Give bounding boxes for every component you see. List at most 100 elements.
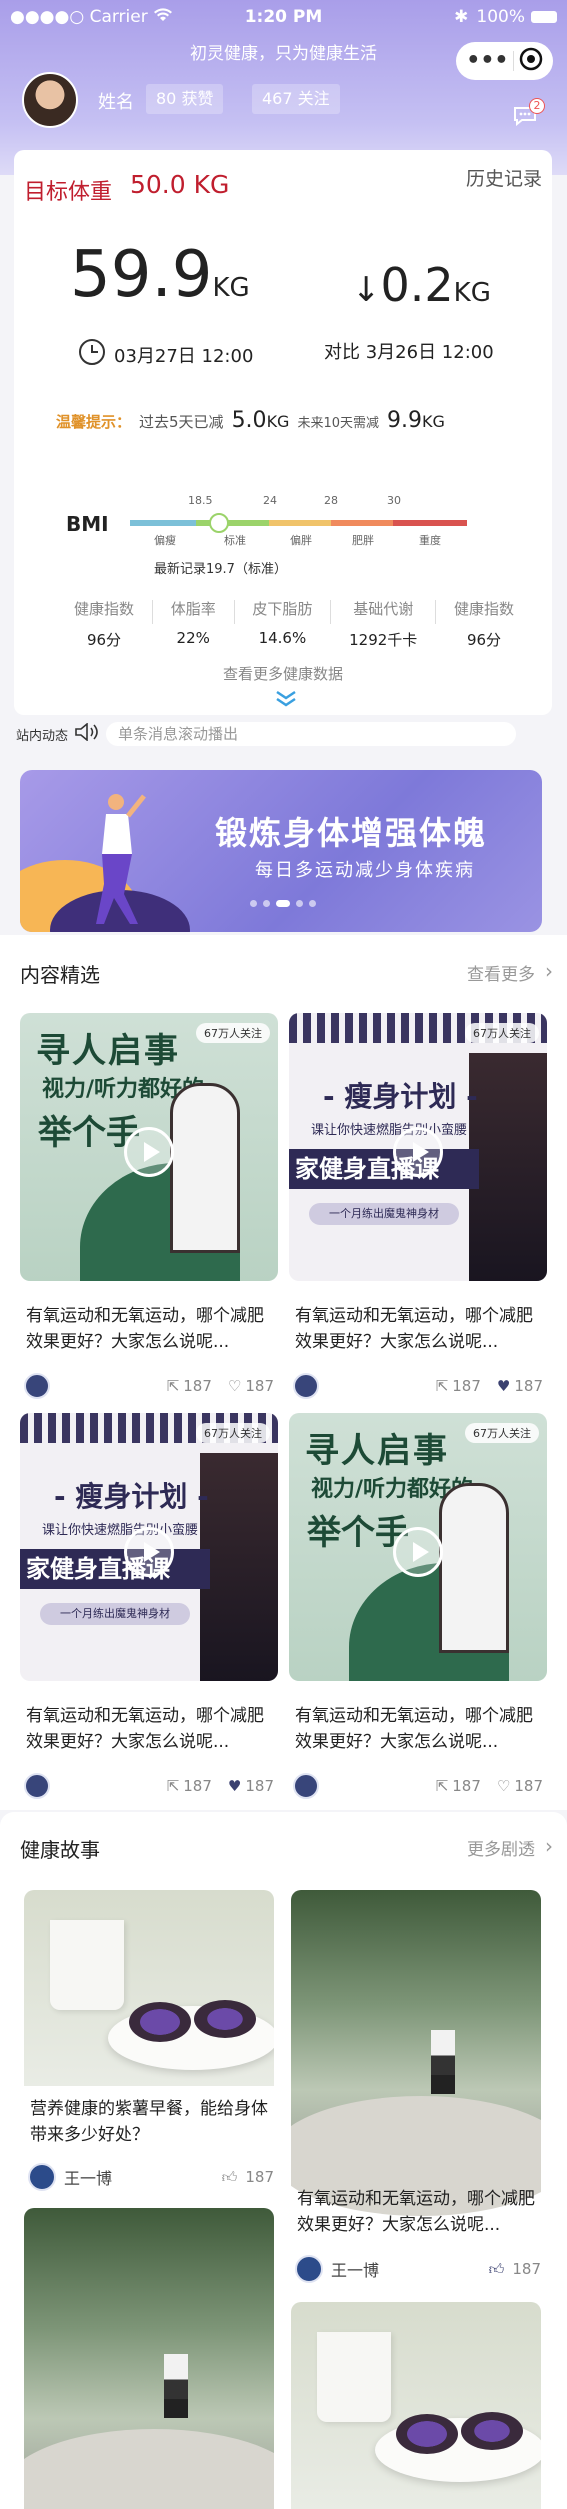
- thumbnail-text: - 瘦身计划 -: [323, 1080, 478, 1113]
- carousel-indicators[interactable]: [250, 900, 316, 907]
- share-stat[interactable]: ⇱ 187: [436, 1377, 481, 1395]
- carousel-dot[interactable]: [296, 900, 303, 907]
- bmi-tick-0: 18.5: [188, 494, 213, 507]
- featured-more-link[interactable]: 查看更多: [467, 960, 535, 985]
- like-stat[interactable]: ♡ 187: [228, 1377, 274, 1395]
- person-illustration: [170, 1083, 240, 1253]
- metric-health-index-2[interactable]: 健康指数 96分: [454, 598, 514, 650]
- tip-lost-unit: KG: [266, 412, 290, 431]
- banner-subtitle: 每日多运动减少身体疾病: [255, 860, 475, 881]
- content-card[interactable]: - 瘦身计划 - 课让你快速燃脂告别小蛮腰 家健身直播课 一个月练出魔鬼神身材 …: [20, 1413, 278, 1813]
- author-avatar[interactable]: [28, 2163, 56, 2191]
- share-stat[interactable]: ⇱ 187: [167, 1377, 212, 1395]
- like-stat[interactable]: ♥ 187: [497, 1377, 543, 1395]
- play-icon[interactable]: [393, 1527, 443, 1577]
- history-link[interactable]: 历史记录: [466, 164, 542, 191]
- like-stat[interactable]: ♥ 187: [228, 1777, 274, 1795]
- story-title[interactable]: 有氧运动和无氧运动，哪个减肥效果更好？大家怎么说呢...: [297, 2186, 541, 2238]
- content-card[interactable]: 寻人启事 视力/听力都好的 举个手 67万人关注 有氧运动和无氧运动，哪个减肥效…: [289, 1413, 547, 1813]
- promo-banner[interactable]: 锻炼身体增强体魄 每日多运动减少身体疾病: [20, 770, 542, 932]
- story-title[interactable]: 营养健康的紫薯早餐，能给身体带来多少好处？: [30, 2096, 274, 2148]
- metric-body-fat[interactable]: 体脂率 22%: [171, 598, 216, 650]
- play-icon[interactable]: [124, 1527, 174, 1577]
- author-avatar[interactable]: [295, 2255, 323, 2283]
- metric-label: 健康指数: [453, 600, 514, 618]
- metric-subcutaneous-fat[interactable]: 皮下脂肪 14.6%: [252, 598, 312, 650]
- follows-count[interactable]: 467 关注: [252, 84, 340, 114]
- thumbs-up-filled-icon[interactable]: 👍︎: [489, 2260, 505, 2279]
- card-title[interactable]: 有氧运动和无氧运动，哪个减肥效果更好？大家怎么说呢...: [26, 1303, 274, 1355]
- story-card[interactable]: 营养健康的紫薯早餐，能给身体带来多少好处？ 王一博 👍︎ 187: [24, 1890, 274, 2206]
- metric-bmr[interactable]: 基础代谢 1292千卡: [349, 598, 417, 650]
- like-stat[interactable]: ♡ 187: [497, 1777, 543, 1795]
- metric-health-index[interactable]: 健康指数 96分: [74, 598, 134, 650]
- weight-diff: ↓0.2KG: [352, 258, 491, 312]
- share-stat[interactable]: ⇱ 187: [167, 1777, 212, 1795]
- bmi-label: BMI: [66, 512, 109, 536]
- author-name[interactable]: 王一博: [331, 2257, 379, 2281]
- bmi-record: 最新记录19.7（标准）: [154, 562, 287, 577]
- story-card[interactable]: [291, 2302, 541, 2509]
- thumbs-up-outline-icon[interactable]: 👍︎: [222, 2168, 238, 2187]
- carousel-dot-active[interactable]: [276, 900, 290, 907]
- news-message[interactable]: 单条消息滚动播出: [106, 722, 516, 746]
- likes-count[interactable]: 80 获赞: [146, 84, 224, 114]
- bmi-marker-smile-icon: [209, 513, 229, 533]
- sweet-potato-photo[interactable]: [24, 1890, 274, 2086]
- user-avatar[interactable]: [22, 72, 78, 128]
- card-footer: ⇱ 187 ♡ 187: [24, 1371, 274, 1401]
- heart-filled-icon: ♥: [227, 1777, 242, 1795]
- double-chevron-down-icon[interactable]: [274, 690, 298, 712]
- video-thumbnail[interactable]: - 瘦身计划 - 课让你快速燃脂告别小蛮腰 家健身直播课 一个月练出魔鬼神身材 …: [289, 1013, 547, 1281]
- tip-title: 温馨提示：: [56, 413, 132, 431]
- author-avatar[interactable]: [24, 1773, 50, 1799]
- bmi-cat-4: 重度: [419, 534, 441, 547]
- chevron-right-icon[interactable]: ›: [545, 959, 553, 983]
- author-avatar[interactable]: [293, 1773, 319, 1799]
- card-footer: ⇱ 187 ♡ 187: [293, 1771, 543, 1801]
- card-title[interactable]: 有氧运动和无氧运动，哪个减肥效果更好？大家怎么说呢...: [295, 1303, 543, 1355]
- current-weight-value: 59.9: [70, 238, 213, 312]
- story-footer: 王一博 👍︎ 187: [28, 2162, 274, 2192]
- story-card[interactable]: [24, 2208, 274, 2509]
- play-icon[interactable]: [124, 1127, 174, 1177]
- person-illustration: [469, 1053, 547, 1281]
- user-name[interactable]: 姓名: [98, 88, 134, 114]
- potato-illustration: [129, 2002, 191, 2042]
- video-thumbnail[interactable]: - 瘦身计划 - 课让你快速燃脂告别小蛮腰 家健身直播课 一个月练出魔鬼神身材 …: [20, 1413, 278, 1681]
- banner-title: 锻炼身体增强体魄: [215, 814, 488, 852]
- runner-park-photo[interactable]: [24, 2208, 274, 2509]
- more-health-data-link[interactable]: 查看更多健康数据: [14, 663, 552, 684]
- content-card[interactable]: 寻人启事 视力/听力都好的 举个手 67万人关注 有氧运动和无氧运动，哪个减肥效…: [20, 1013, 278, 1413]
- card-title[interactable]: 有氧运动和无氧运动，哪个减肥效果更好？大家怎么说呢...: [26, 1703, 274, 1755]
- tip-lost-value: 5.0KG: [232, 408, 290, 433]
- card-title[interactable]: 有氧运动和无氧运动，哪个减肥效果更好？大家怎么说呢...: [295, 1703, 543, 1755]
- author-avatar[interactable]: [293, 1373, 319, 1399]
- thumbnail-text: 寻人启事: [36, 1031, 180, 1071]
- carousel-dot[interactable]: [309, 900, 316, 907]
- play-icon[interactable]: [393, 1127, 443, 1177]
- sweet-potato-photo[interactable]: [291, 2302, 541, 2509]
- story-card[interactable]: 有氧运动和无氧运动，哪个减肥效果更好？大家怎么说呢... 王一博 👍︎ 187: [291, 1890, 541, 2300]
- chevron-right-icon[interactable]: ›: [545, 1834, 553, 1858]
- carousel-dot[interactable]: [263, 900, 270, 907]
- thumbnail-text: 课让你快速燃脂告别小蛮腰: [41, 1523, 198, 1538]
- follow-count: 67万人关注: [196, 1423, 270, 1443]
- content-card[interactable]: - 瘦身计划 - 课让你快速燃脂告别小蛮腰 家健身直播课 一个月练出魔鬼神身材 …: [289, 1013, 547, 1413]
- author-name[interactable]: 王一博: [64, 2165, 112, 2189]
- close-target-icon[interactable]: [519, 47, 543, 75]
- metric-value: 22%: [176, 629, 210, 647]
- news-label: 站内动态: [16, 728, 69, 744]
- author-avatar[interactable]: [24, 1373, 50, 1399]
- more-icon[interactable]: •••: [466, 50, 508, 72]
- video-thumbnail[interactable]: 寻人启事 视力/听力都好的 举个手 67万人关注: [289, 1413, 547, 1681]
- runner-park-photo[interactable]: [291, 1890, 541, 2216]
- bmi-tick-2: 28: [324, 494, 338, 507]
- stories-more-link[interactable]: 更多剧透: [467, 1835, 535, 1860]
- carousel-dot[interactable]: [250, 900, 257, 907]
- follow-count: 67万人关注: [465, 1423, 539, 1443]
- cup-illustration: [50, 1920, 124, 2010]
- video-thumbnail[interactable]: 寻人启事 视力/听力都好的 举个手 67万人关注: [20, 1013, 278, 1281]
- like-count: 187: [245, 1777, 274, 1795]
- share-stat[interactable]: ⇱ 187: [436, 1777, 481, 1795]
